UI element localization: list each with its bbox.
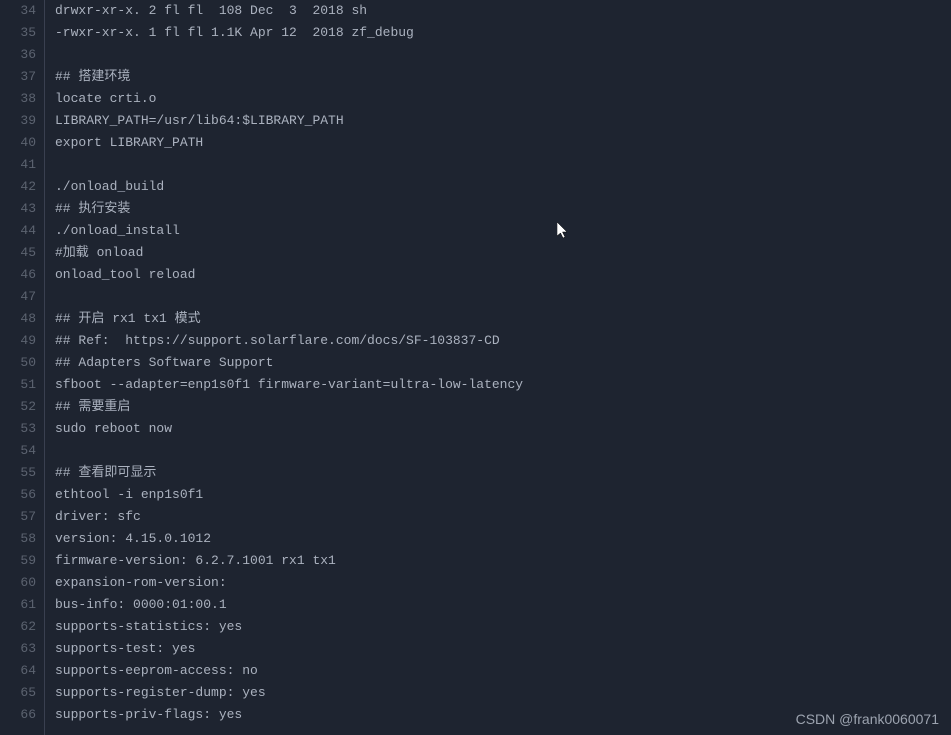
line-number: 44 <box>0 220 36 242</box>
line-number: 37 <box>0 66 36 88</box>
code-line[interactable]: #加载 onload <box>55 242 951 264</box>
line-number: 66 <box>0 704 36 726</box>
code-line[interactable]: supports-eeprom-access: no <box>55 660 951 682</box>
code-line[interactable] <box>55 286 951 308</box>
line-number: 42 <box>0 176 36 198</box>
line-number: 60 <box>0 572 36 594</box>
code-line[interactable]: ./onload_install <box>55 220 951 242</box>
line-number: 36 <box>0 44 36 66</box>
line-number: 35 <box>0 22 36 44</box>
code-line[interactable]: LIBRARY_PATH=/usr/lib64:$LIBRARY_PATH <box>55 110 951 132</box>
line-number: 55 <box>0 462 36 484</box>
line-number: 48 <box>0 308 36 330</box>
line-number: 39 <box>0 110 36 132</box>
line-number: 43 <box>0 198 36 220</box>
line-number: 53 <box>0 418 36 440</box>
line-number: 64 <box>0 660 36 682</box>
code-line[interactable]: ## 需要重启 <box>55 396 951 418</box>
line-number: 57 <box>0 506 36 528</box>
line-number: 54 <box>0 440 36 462</box>
code-line[interactable] <box>55 154 951 176</box>
watermark-text: CSDN @frank0060071 <box>796 711 939 727</box>
code-line[interactable]: drwxr-xr-x. 2 fl fl 108 Dec 3 2018 sh <box>55 0 951 22</box>
code-content[interactable]: drwxr-xr-x. 2 fl fl 108 Dec 3 2018 sh-rw… <box>45 0 951 735</box>
line-number: 40 <box>0 132 36 154</box>
code-line[interactable]: supports-register-dump: yes <box>55 682 951 704</box>
code-line[interactable]: supports-test: yes <box>55 638 951 660</box>
line-number: 59 <box>0 550 36 572</box>
code-line[interactable]: ethtool -i enp1s0f1 <box>55 484 951 506</box>
line-number: 41 <box>0 154 36 176</box>
line-number: 34 <box>0 0 36 22</box>
code-line[interactable]: version: 4.15.0.1012 <box>55 528 951 550</box>
line-number: 56 <box>0 484 36 506</box>
code-line[interactable]: export LIBRARY_PATH <box>55 132 951 154</box>
code-line[interactable]: sudo reboot now <box>55 418 951 440</box>
code-line[interactable]: supports-statistics: yes <box>55 616 951 638</box>
code-line[interactable]: onload_tool reload <box>55 264 951 286</box>
code-line[interactable]: ## 查看即可显示 <box>55 462 951 484</box>
code-line[interactable]: ## 执行安装 <box>55 198 951 220</box>
code-line[interactable]: ## 开启 rx1 tx1 模式 <box>55 308 951 330</box>
code-line[interactable]: -rwxr-xr-x. 1 fl fl 1.1K Apr 12 2018 zf_… <box>55 22 951 44</box>
code-line[interactable]: ## 搭建环境 <box>55 66 951 88</box>
line-number: 52 <box>0 396 36 418</box>
line-number: 45 <box>0 242 36 264</box>
line-number: 61 <box>0 594 36 616</box>
line-number: 46 <box>0 264 36 286</box>
line-gutter: 3435363738394041424344454647484950515253… <box>0 0 45 735</box>
code-line[interactable]: ./onload_build <box>55 176 951 198</box>
line-number: 51 <box>0 374 36 396</box>
line-number: 47 <box>0 286 36 308</box>
line-number: 63 <box>0 638 36 660</box>
code-line[interactable]: firmware-version: 6.2.7.1001 rx1 tx1 <box>55 550 951 572</box>
line-number: 38 <box>0 88 36 110</box>
line-number: 50 <box>0 352 36 374</box>
code-line[interactable]: ## Ref: https://support.solarflare.com/d… <box>55 330 951 352</box>
code-line[interactable]: expansion-rom-version: <box>55 572 951 594</box>
line-number: 58 <box>0 528 36 550</box>
code-line[interactable]: locate crti.o <box>55 88 951 110</box>
line-number: 49 <box>0 330 36 352</box>
code-line[interactable] <box>55 440 951 462</box>
line-number: 65 <box>0 682 36 704</box>
code-line[interactable]: ## Adapters Software Support <box>55 352 951 374</box>
line-number: 62 <box>0 616 36 638</box>
code-line[interactable]: driver: sfc <box>55 506 951 528</box>
code-line[interactable]: bus-info: 0000:01:00.1 <box>55 594 951 616</box>
code-editor[interactable]: 3435363738394041424344454647484950515253… <box>0 0 951 735</box>
code-line[interactable] <box>55 44 951 66</box>
code-line[interactable]: sfboot --adapter=enp1s0f1 firmware-varia… <box>55 374 951 396</box>
